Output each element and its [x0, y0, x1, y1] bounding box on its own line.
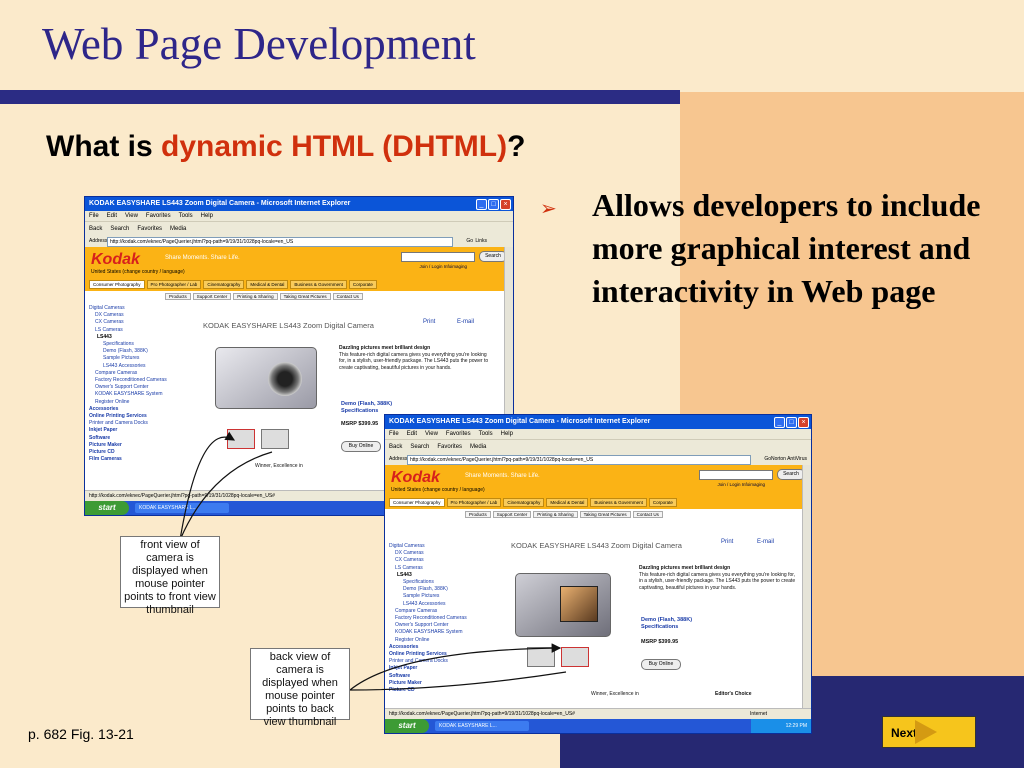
callout-arrows: [179, 431, 567, 691]
front-view-callout: front view of camera is displayed when m…: [120, 536, 220, 616]
front-callout-arrow: [179, 431, 236, 541]
play-arrow-icon: [915, 720, 937, 744]
next-button[interactable]: Next: [882, 716, 976, 748]
back-callout-arrow-2: [349, 671, 567, 691]
figure-caption: p. 682 Fig. 13-21: [28, 726, 134, 742]
front-callout-arrow-2: [179, 451, 273, 541]
back-view-callout: back view of camera is displayed when mo…: [250, 648, 350, 728]
back-callout-arrow: [349, 643, 562, 691]
next-label: Next: [891, 726, 918, 740]
